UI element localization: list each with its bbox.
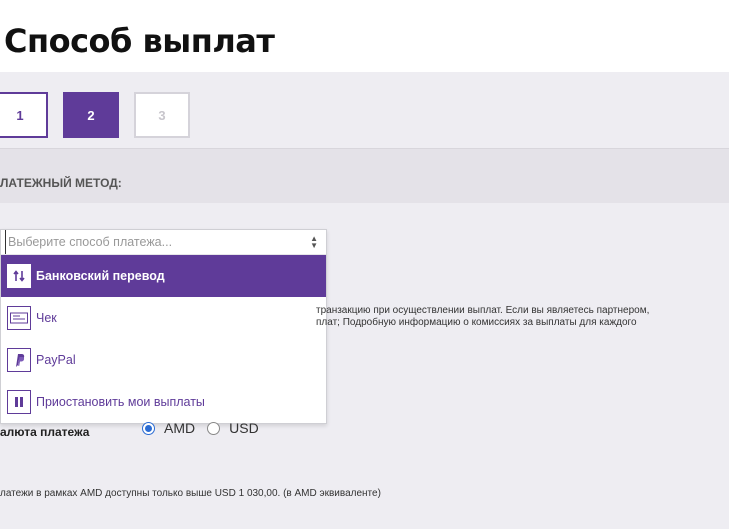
payout-currency-label: алюта платежа — [0, 425, 90, 439]
pause-icon — [7, 390, 31, 414]
paypal-icon — [7, 348, 31, 372]
header: Способ выплат — [0, 0, 729, 72]
radio-usd[interactable] — [207, 421, 221, 435]
step-3: 3 — [134, 92, 190, 138]
option-label: Банковский перевод — [36, 269, 165, 283]
radio-amd-label[interactable]: AMD — [164, 420, 195, 436]
check-icon — [7, 306, 31, 330]
option-paypal[interactable]: PayPal — [1, 339, 326, 381]
option-bank-transfer[interactable]: Банковский перевод — [1, 255, 326, 297]
step-1[interactable]: 1 — [0, 92, 48, 138]
payment-method-label: ЛАТЕЖНЫЙ МЕТОД: — [0, 176, 122, 190]
fee-info-text: транзакцию при осуществлении выплат. Есл… — [316, 305, 649, 329]
page-title: Способ выплат — [4, 22, 275, 60]
option-label: PayPal — [36, 353, 76, 367]
option-pause-payouts[interactable]: Приостановить мои выплаты — [1, 381, 326, 423]
select-arrows-icon: ▲ ▼ — [310, 234, 318, 250]
fee-info-line: транзакцию при осуществлении выплат. Есл… — [316, 305, 650, 316]
currency-radio-group: AMD USD — [142, 420, 271, 436]
step-2[interactable]: 2 — [63, 92, 119, 138]
bank-transfer-icon — [7, 264, 31, 288]
option-check[interactable]: Чек — [1, 297, 326, 339]
payment-method-select[interactable]: ▲▼ — [1, 230, 326, 255]
fee-info-line: плат; Подробную информацию о комиссиях з… — [316, 317, 637, 328]
option-label: Чек — [36, 311, 57, 325]
radio-amd[interactable] — [142, 421, 155, 435]
radio-usd-label[interactable]: USD — [229, 420, 259, 436]
payment-method-dropdown[interactable]: ▲▼ Банковский перевод Чек PayPal — [0, 229, 327, 424]
option-label: Приостановить мои выплаты — [36, 395, 205, 409]
payment-method-search-input[interactable] — [5, 230, 305, 254]
currency-note: латежи в рамках AMD доступны только выше… — [0, 488, 381, 499]
